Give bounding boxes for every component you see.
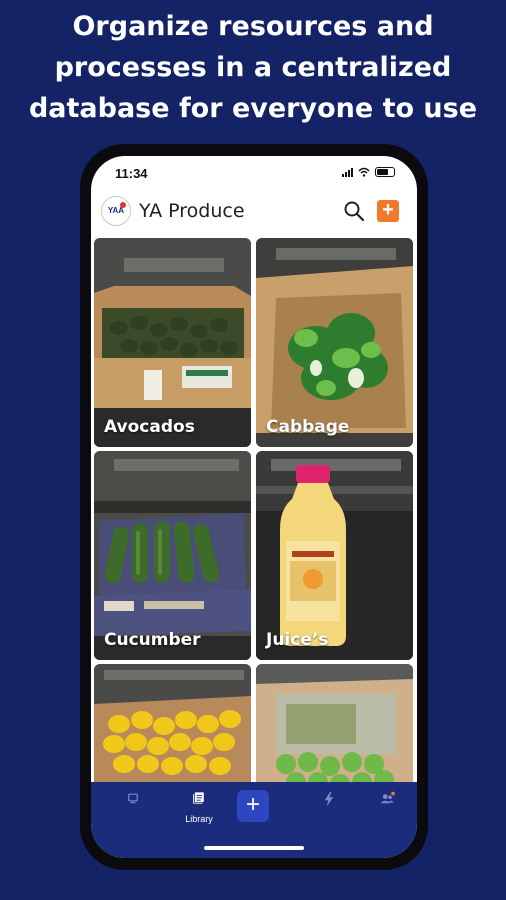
phone-frame: 11:34 YAA YA Produce + Avocados Cabbage … bbox=[80, 144, 428, 870]
app-title: YA Produce bbox=[139, 200, 245, 222]
wifi-icon bbox=[358, 167, 370, 177]
tab-screen[interactable] bbox=[113, 790, 153, 830]
app-bar: YAA YA Produce + bbox=[91, 190, 417, 234]
app-logo: YAA bbox=[101, 196, 131, 226]
library-item-juices[interactable]: Juice’s bbox=[256, 451, 413, 660]
search-icon[interactable] bbox=[343, 200, 365, 222]
screen-icon bbox=[128, 793, 138, 804]
tab-lightning[interactable] bbox=[309, 790, 349, 830]
status-icons bbox=[342, 167, 395, 177]
headline-line-1: Organize resources and bbox=[72, 11, 434, 42]
battery-icon bbox=[375, 167, 395, 177]
tab-people[interactable] bbox=[367, 790, 407, 830]
library-item-avocados[interactable]: Avocados bbox=[94, 238, 251, 447]
people-icon bbox=[380, 791, 395, 804]
cucumber-image bbox=[94, 451, 251, 660]
juice-image bbox=[256, 451, 413, 660]
item-label: Cucumber bbox=[104, 630, 201, 650]
signal-icon bbox=[342, 167, 353, 177]
headline: Organize resources and processes in a ce… bbox=[0, 6, 506, 129]
logo-dot bbox=[120, 202, 126, 208]
add-square-icon[interactable]: + bbox=[377, 200, 399, 222]
headline-line-2: processes in a centralized bbox=[54, 52, 452, 83]
headline-line-3: database for everyone to use bbox=[28, 93, 478, 124]
library-item-cabbage[interactable]: Cabbage bbox=[256, 238, 413, 447]
cabbage-image bbox=[256, 238, 413, 447]
item-label: Juice’s bbox=[266, 630, 329, 650]
avocados-image bbox=[94, 238, 251, 447]
plus-icon[interactable]: + bbox=[237, 790, 269, 822]
tab-library-label: Library bbox=[185, 814, 213, 824]
item-label: Cabbage bbox=[266, 417, 350, 437]
greens-image bbox=[256, 664, 413, 782]
lightning-icon bbox=[324, 791, 334, 807]
lemons-image bbox=[94, 664, 251, 782]
status-time: 11:34 bbox=[115, 166, 148, 181]
library-item-cucumber[interactable]: Cucumber bbox=[94, 451, 251, 660]
item-label: Avocados bbox=[104, 417, 195, 437]
library-item-lemons[interactable] bbox=[94, 664, 251, 782]
library-item-greens[interactable] bbox=[256, 664, 413, 782]
phone-screen: 11:34 YAA YA Produce + Avocados Cabbage … bbox=[91, 156, 417, 858]
tab-library[interactable]: Library bbox=[179, 790, 219, 830]
library-grid: Avocados Cabbage Cucumber Juice’s bbox=[91, 236, 417, 782]
library-icon bbox=[193, 792, 204, 804]
status-bar: 11:34 bbox=[91, 156, 417, 190]
home-indicator bbox=[204, 846, 304, 850]
